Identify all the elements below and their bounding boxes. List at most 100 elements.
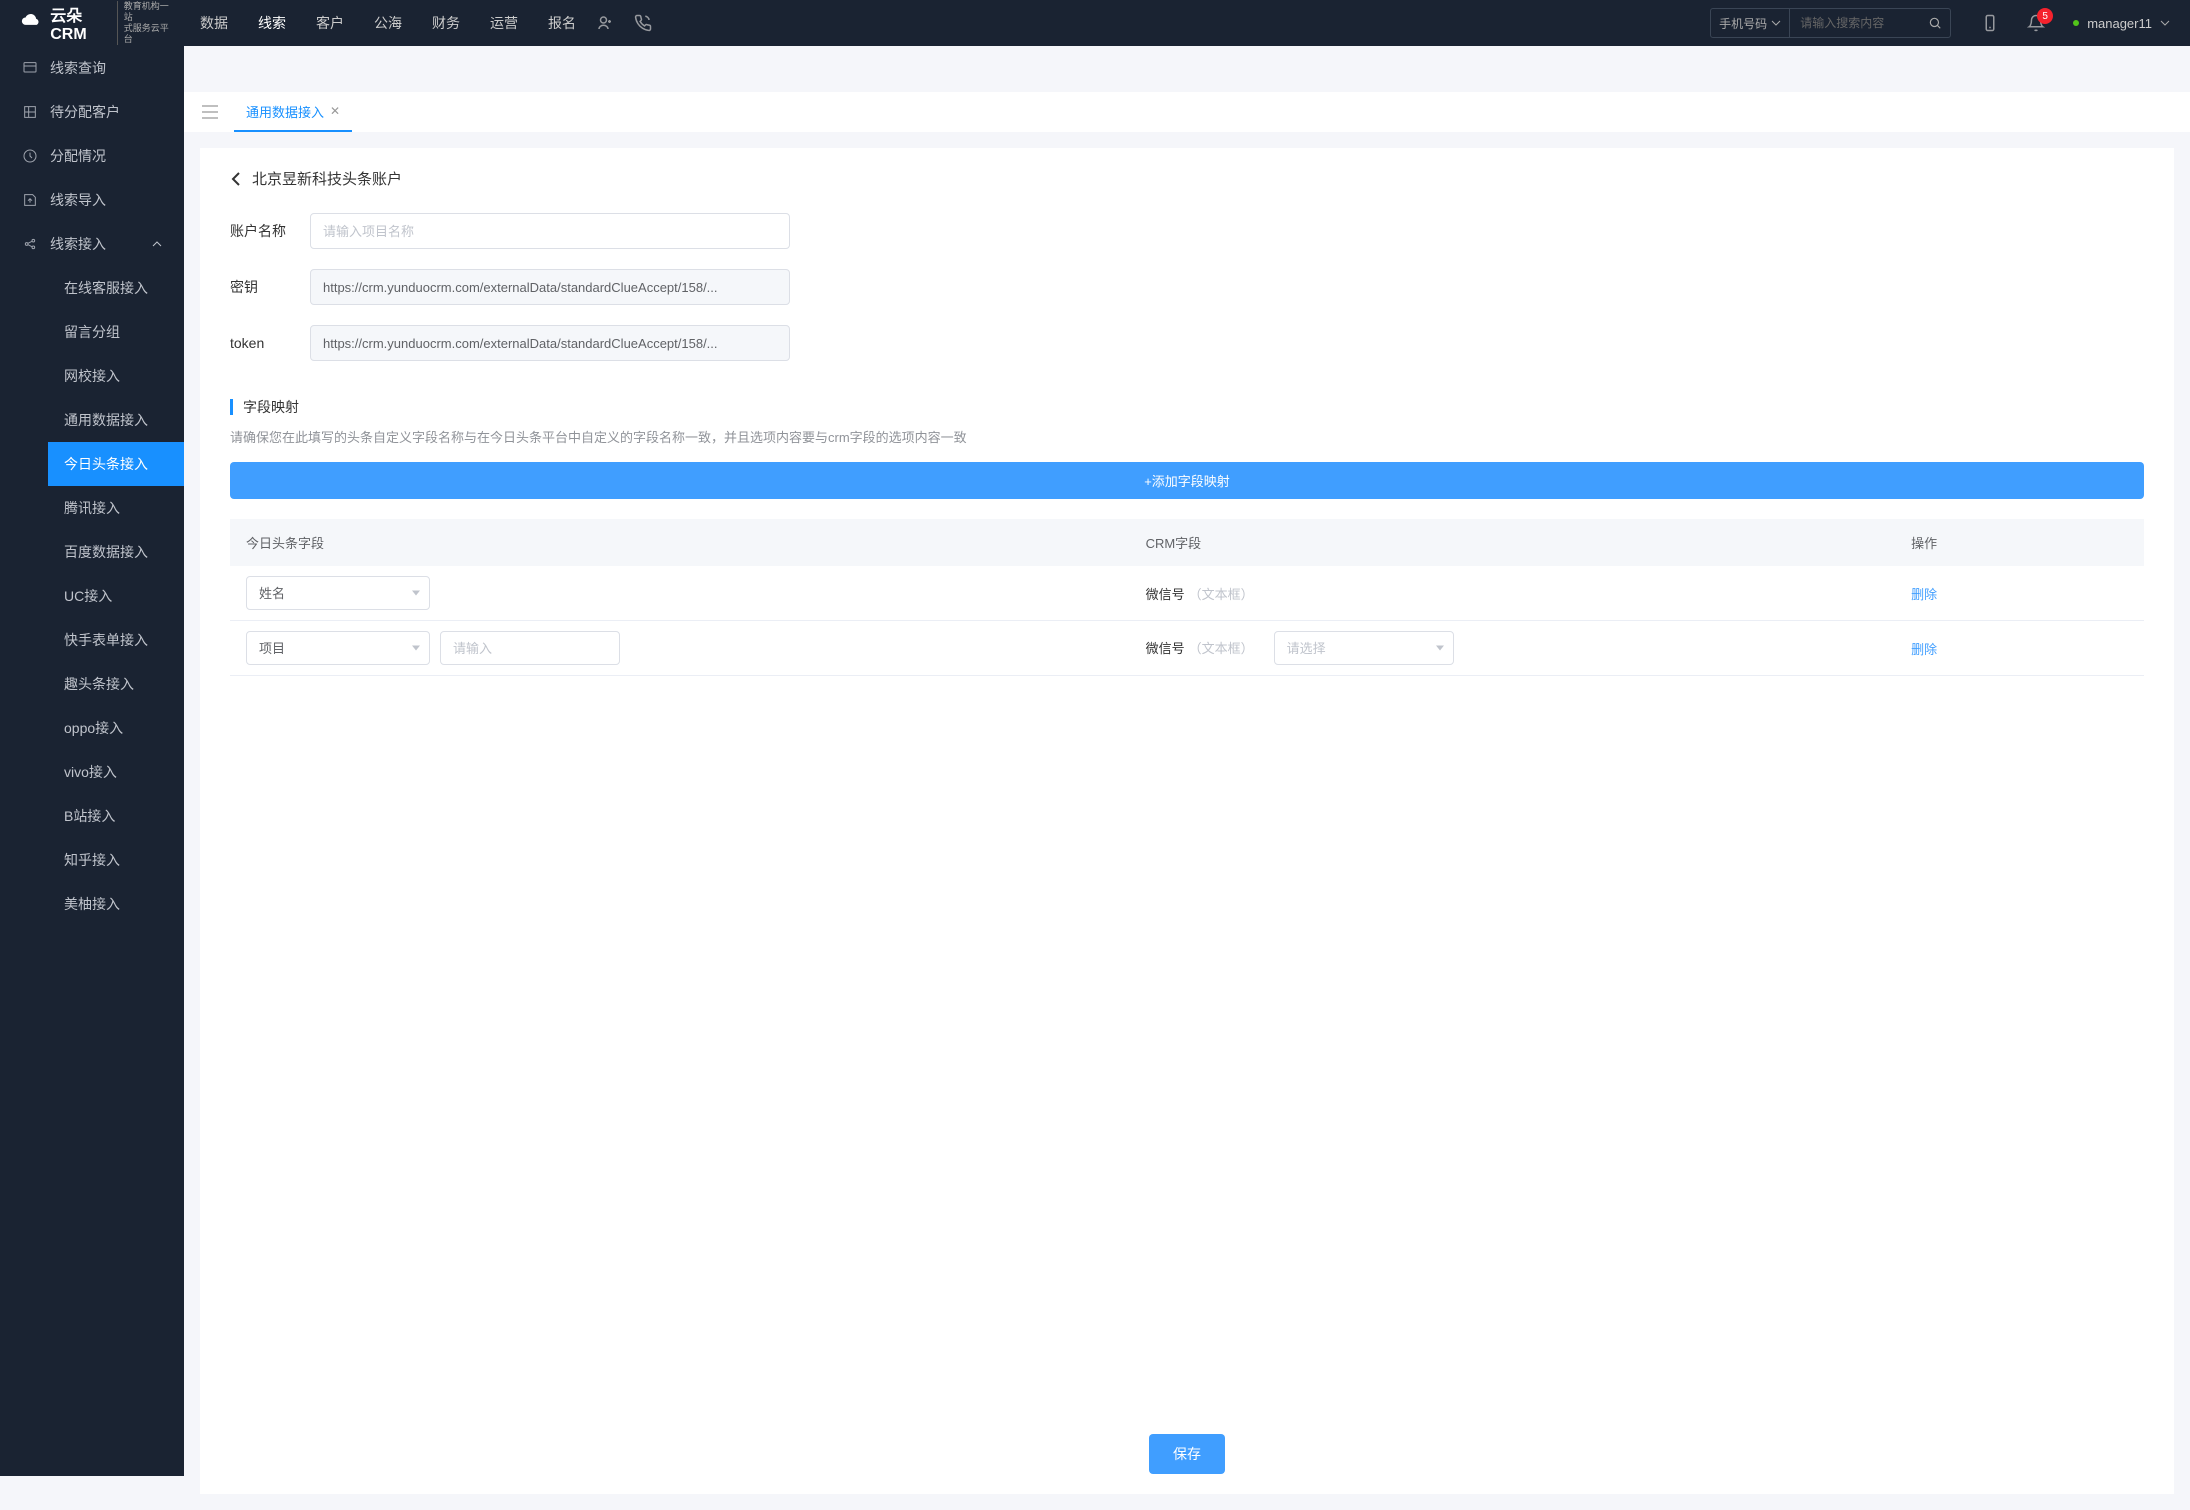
page-content: 北京昱新科技头条账户 账户名称 密钥 token 字段映射 请确保您在此填写的头… — [200, 148, 2174, 1494]
sidebar-sub-item[interactable]: 美柚接入 — [48, 882, 184, 926]
secret-label: 密钥 — [230, 277, 310, 297]
sidebar-sub-item[interactable]: 在线客服接入 — [48, 266, 184, 310]
table-row: 项目微信号（文本框）请选择删除 — [230, 621, 2144, 676]
crm-option-select[interactable]: 请选择 — [1274, 631, 1454, 665]
chevron-up-icon — [152, 239, 162, 249]
top-nav-item[interactable]: 客户 — [316, 13, 344, 33]
secret-input[interactable] — [310, 269, 790, 305]
header-icon-group — [596, 14, 652, 32]
logo: 云朵CRM 教育机构一站 式服务云平台 — [20, 1, 170, 44]
sidebar-sub-item[interactable]: oppo接入 — [48, 706, 184, 750]
header-right: 5 manager11 — [1981, 14, 2170, 32]
sidebar-toggle[interactable] — [194, 99, 226, 125]
brand-sub: 教育机构一站 式服务云平台 — [117, 1, 170, 44]
sidebar-item[interactable]: 分配情况 — [0, 134, 184, 178]
search-input[interactable] — [1790, 16, 1920, 30]
chevron-down-icon — [2160, 18, 2170, 28]
app-header: 云朵CRM 教育机构一站 式服务云平台 数据线索客户公海财务运营报名 手机号码 … — [0, 0, 2190, 46]
top-nav-item[interactable]: 公海 — [374, 13, 402, 33]
close-icon[interactable]: ✕ — [330, 104, 340, 118]
sidebar-item[interactable]: 线索导入 — [0, 178, 184, 222]
delete-row-link[interactable]: 删除 — [1911, 642, 1937, 657]
back-button[interactable] — [230, 171, 242, 187]
top-nav-item[interactable]: 财务 — [432, 13, 460, 33]
sidebar-sub-item[interactable]: 今日头条接入 — [48, 442, 184, 486]
sidebar-item-label: 分配情况 — [50, 146, 106, 166]
breadcrumb: 北京昱新科技头条账户 — [230, 168, 2144, 189]
sidebar-sub-item[interactable]: 百度数据接入 — [48, 530, 184, 574]
save-button[interactable]: 保存 — [1149, 1434, 1225, 1474]
crm-field-label: 微信号（文本框） — [1146, 584, 1254, 603]
sidebar-sub-item[interactable]: 网校接入 — [48, 354, 184, 398]
phone-icon[interactable] — [634, 14, 652, 32]
sidebar-sub-item[interactable]: 腾讯接入 — [48, 486, 184, 530]
sidebar-sub-item[interactable]: 知乎接入 — [48, 838, 184, 882]
sidebar-sub-item[interactable]: 趣头条接入 — [48, 662, 184, 706]
col-header-action: 操作 — [1895, 519, 2144, 566]
top-nav-item[interactable]: 运营 — [490, 13, 518, 33]
sidebar-item-label: 待分配客户 — [50, 102, 120, 122]
brand-name: 云朵CRM — [50, 2, 109, 44]
sidebar-icon — [22, 192, 38, 208]
sidebar: 线索查询待分配客户分配情况线索导入线索接入在线客服接入留言分组网校接入通用数据接… — [0, 46, 184, 1476]
account-name-input[interactable] — [310, 213, 790, 249]
page-title: 北京昱新科技头条账户 — [252, 168, 402, 189]
top-nav-item[interactable]: 报名 — [548, 13, 576, 33]
col-header-crm: CRM字段 — [1130, 519, 1896, 566]
search-button[interactable] — [1920, 16, 1950, 30]
logo-icon — [20, 10, 42, 36]
footer: 保存 — [230, 1414, 2144, 1494]
sidebar-sub-item[interactable]: 快手表单接入 — [48, 618, 184, 662]
top-nav-item[interactable]: 线索 — [258, 13, 286, 33]
section-description: 请确保您在此填写的头条自定义字段名称与在今日头条平台中自定义的字段名称一致，并且… — [230, 427, 2144, 446]
notification-count: 5 — [2037, 8, 2053, 24]
sidebar-item[interactable]: 待分配客户 — [0, 90, 184, 134]
sidebar-icon — [22, 236, 38, 252]
tab-general-data[interactable]: 通用数据接入 ✕ — [234, 92, 352, 132]
secret-row: 密钥 — [230, 269, 2144, 305]
sidebar-icon — [22, 148, 38, 164]
menu-fold-icon — [202, 105, 218, 119]
sidebar-sub-item[interactable]: UC接入 — [48, 574, 184, 618]
field-mapping-table: 今日头条字段 CRM字段 操作 姓名 微信号（文本框） 删除项目 微信号（文本框） 请选… — [230, 519, 2144, 676]
sidebar-item[interactable]: 线索查询 — [0, 46, 184, 90]
account-name-row: 账户名称 — [230, 213, 2144, 249]
sidebar-item-label: 线索接入 — [50, 234, 106, 254]
mobile-icon[interactable] — [1981, 14, 1999, 32]
sidebar-icon — [22, 60, 38, 76]
sidebar-icon — [22, 104, 38, 120]
account-name-label: 账户名称 — [230, 221, 310, 241]
chevron-left-icon — [230, 171, 242, 187]
sidebar-item-label: 线索查询 — [50, 58, 106, 78]
delete-row-link[interactable]: 删除 — [1911, 587, 1937, 602]
token-row: token — [230, 325, 2144, 361]
sidebar-sub-item[interactable]: B站接入 — [48, 794, 184, 838]
toutiao-field-select[interactable]: 项目 — [246, 631, 430, 665]
sidebar-sub-item[interactable]: 通用数据接入 — [48, 398, 184, 442]
section-title: 字段映射 — [243, 397, 299, 417]
table-row: 姓名 微信号（文本框） 删除 — [230, 566, 2144, 621]
search-type-select[interactable]: 手机号码 — [1711, 9, 1790, 37]
toutiao-field-select[interactable]: 姓名 — [246, 576, 430, 610]
col-header-toutiao: 今日头条字段 — [230, 519, 1130, 566]
top-nav-item[interactable]: 数据 — [200, 13, 228, 33]
sidebar-sub-item[interactable]: 留言分组 — [48, 310, 184, 354]
add-field-mapping-button[interactable]: +添加字段映射 — [230, 462, 2144, 499]
header-search: 手机号码 — [1710, 8, 1951, 38]
notification-bell[interactable]: 5 — [2027, 14, 2045, 32]
tabs-bar: 通用数据接入 ✕ — [184, 92, 2190, 132]
sidebar-item-label: 线索导入 — [50, 190, 106, 210]
sidebar-item[interactable]: 线索接入 — [0, 222, 184, 266]
toutiao-extra-input[interactable] — [440, 631, 620, 665]
main: 通用数据接入 ✕ 北京昱新科技头条账户 账户名称 密钥 token 字段映射 请… — [184, 92, 2190, 1494]
sidebar-sub-item[interactable]: vivo接入 — [48, 750, 184, 794]
status-dot-icon — [2073, 20, 2079, 26]
user-plus-icon[interactable] — [596, 14, 614, 32]
chevron-down-icon — [1771, 18, 1781, 28]
search-icon — [1928, 16, 1942, 30]
token-input[interactable] — [310, 325, 790, 361]
user-menu[interactable]: manager11 — [2073, 16, 2170, 31]
section-bar-icon — [230, 399, 233, 415]
token-label: token — [230, 335, 310, 351]
top-nav: 数据 线索 客户 公海 财务 运营 报名 — [200, 13, 576, 33]
